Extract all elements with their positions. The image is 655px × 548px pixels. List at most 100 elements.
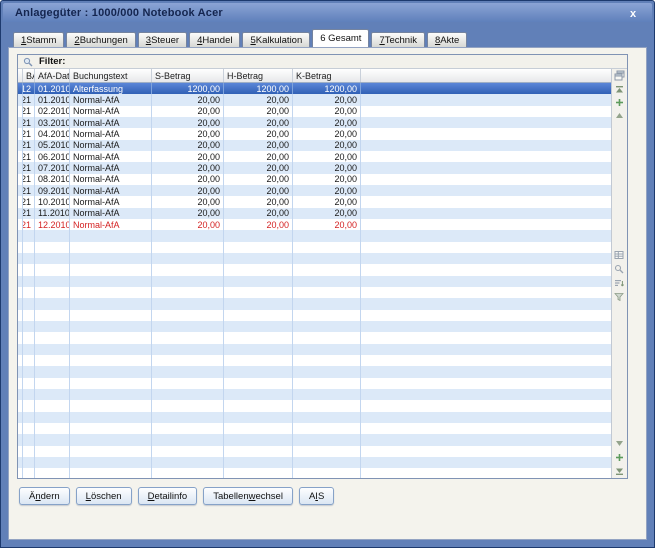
detailinfo-button[interactable]: Detailinfo [137,487,198,505]
table-row[interactable]: 2108.2010Normal-AfA20,0020,0020,00 [18,173,611,185]
table-row[interactable]: 2105.2010Normal-AfA20,0020,0020,00 [18,139,611,151]
column-header-text[interactable]: Buchungstext [70,69,152,82]
grid-icon[interactable] [613,249,625,261]
table-row-empty[interactable] [18,468,611,478]
cell-ba: 21 [23,218,35,231]
tab-2-buchungen[interactable]: 2 Buchungen [66,32,136,47]
cell-filler [361,208,611,219]
cell-filler [361,355,611,366]
sort-icon[interactable] [613,277,625,289]
cell-ba: 21 [23,196,35,208]
cell-date [35,332,70,344]
table-row-empty[interactable] [18,332,611,344]
column-header-filler [361,69,611,82]
column-header-h[interactable]: H-Betrag [224,69,293,82]
table-row-empty[interactable] [18,400,611,412]
table-row[interactable]: 2112.2010Normal-AfA20,0020,0020,00 [18,218,611,231]
magnifier-icon[interactable] [23,57,33,67]
table-row[interactable]: 2106.2010Normal-AfA20,0020,0020,00 [18,150,611,163]
filter-funnel-icon[interactable] [613,291,625,303]
table-row[interactable]: 2102.2010Normal-AfA20,0020,0020,00 [18,105,611,117]
scroll-down-icon[interactable] [613,437,625,449]
cell-filler [361,276,611,287]
cell-h [224,343,293,355]
cell-k: 20,00 [293,184,361,197]
cell-text: Normal-AfA [70,105,152,117]
table-row-empty[interactable] [18,343,611,355]
table-row-empty[interactable] [18,241,611,253]
table-row-empty[interactable] [18,252,611,265]
tab-8-akte[interactable]: 8 Akte [426,32,468,47]
cell-k [293,309,361,321]
table-row-empty[interactable] [18,275,611,287]
tabellenwechsel-button[interactable]: Tabellen w echsel [203,487,293,505]
cell-date [35,275,70,287]
tab-7-technik[interactable]: 7 Technik [371,32,425,47]
add-icon[interactable] [613,451,625,463]
scroll-bottom-icon[interactable] [613,465,625,477]
cell-s: 20,00 [152,150,224,163]
table-row-empty[interactable] [18,366,611,378]
tab-5-kalkulation[interactable]: 5 Kalkulation [242,32,311,47]
cell-s [152,252,224,265]
table-row[interactable]: 2103.2010Normal-AfA20,0020,0020,00 [18,116,611,129]
cell-ba: 21 [23,105,35,117]
table-row-empty[interactable] [18,298,611,310]
table-row-empty[interactable] [18,354,611,367]
table-row-empty[interactable] [18,422,611,435]
scroll-top-icon[interactable] [613,83,625,95]
cell-ba: 21 [23,139,35,151]
scroll-up-icon[interactable] [613,109,625,121]
add-icon[interactable] [613,96,625,108]
column-header-date[interactable]: AfA-Dat [35,69,70,82]
table-header: BAAfA-DatBuchungstextS-BetragH-BetragK-B… [18,69,611,83]
table-row-empty[interactable] [18,320,611,333]
column-chooser-icon[interactable] [613,69,625,81]
table-row-empty[interactable] [18,445,611,457]
table-rows: 1201.2010Alterfassung1200,001200,001200,… [18,83,611,478]
tab-3-steuer[interactable]: 3 Steuer [137,32,188,47]
search-icon[interactable] [613,263,625,275]
cell-h [224,332,293,344]
cell-text [70,230,152,242]
tab-6-gesamt[interactable]: 6 Gesamt [312,29,370,47]
cell-date [35,309,70,321]
column-header-ba[interactable]: BA [23,69,35,82]
table-row[interactable]: 2107.2010Normal-AfA20,0020,0020,00 [18,162,611,174]
cell-k [293,377,361,389]
table-row[interactable]: 2104.2010Normal-AfA20,0020,0020,00 [18,128,611,140]
table-row-empty[interactable] [18,264,611,276]
table-row[interactable]: 2111.2010Normal-AfA20,0020,0020,00 [18,207,611,219]
tab-4-handel[interactable]: 4 Handel [189,32,241,47]
table-row-empty[interactable] [18,309,611,321]
tab-1-stamm[interactable]: 1 Stamm [13,32,65,47]
ändern-button[interactable]: Än dern [19,487,70,505]
cell-s [152,366,224,378]
löschen-button[interactable]: Löschen [75,487,132,505]
close-icon[interactable]: x [626,7,640,21]
table-row[interactable]: 2109.2010Normal-AfA20,0020,0020,00 [18,184,611,197]
table-row-empty[interactable] [18,456,611,469]
cell-h [224,445,293,457]
cell-text: Normal-AfA [70,207,152,219]
cell-date [35,456,70,469]
filter-bar[interactable]: Filter: [18,55,627,69]
table-row-empty[interactable] [18,230,611,242]
table-row-empty[interactable] [18,377,611,389]
table-row-empty[interactable] [18,286,611,299]
table-row[interactable]: 1201.2010Alterfassung1200,001200,001200,… [18,83,611,95]
table-row-empty[interactable] [18,434,611,446]
table-row-empty[interactable] [18,411,611,423]
table-row[interactable]: 2101.2010Normal-AfA20,0020,0020,00 [18,94,611,106]
cell-date: 05.2010 [35,139,70,151]
table-row[interactable]: 2110.2010Normal-AfA20,0020,0020,00 [18,196,611,208]
column-header-k[interactable]: K-Betrag [293,69,361,82]
ais-button[interactable]: AIS [298,487,335,505]
cell-h: 20,00 [224,94,293,106]
column-header-s[interactable]: S-Betrag [152,69,224,82]
table-row-empty[interactable] [18,388,611,401]
cell-k: 20,00 [293,218,361,231]
cell-h [224,275,293,287]
cell-text [70,264,152,276]
cell-s [152,411,224,423]
